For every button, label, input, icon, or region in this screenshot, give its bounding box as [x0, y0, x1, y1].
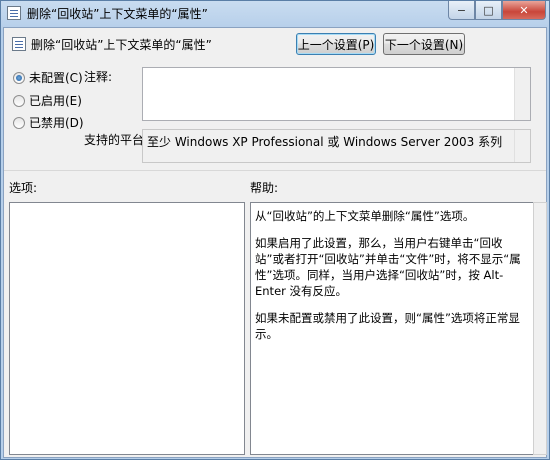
help-paragraph: 从“回收站”的上下文菜单删除“属性”选项。 — [255, 209, 475, 223]
minimize-button[interactable]: − — [448, 1, 475, 20]
options-label: 选项: — [9, 181, 38, 195]
supported-platforms-value: 至少 Windows XP Professional 或 Windows Ser… — [147, 135, 503, 149]
next-setting-button[interactable]: 下一个设置(N) — [383, 33, 465, 55]
maximize-button[interactable]: □ — [475, 1, 502, 20]
supported-platforms-scrollbar[interactable] — [514, 130, 530, 162]
policy-icon — [7, 6, 21, 20]
radio-enabled-indicator[interactable] — [13, 94, 25, 107]
comment-scrollbar[interactable] — [514, 68, 530, 120]
help-paragraph: 如果未配置或禁用了此设置，则“属性”选项将正常显示。 — [255, 311, 520, 341]
title-bar[interactable]: 删除“回收站”上下文菜单的“属性” − □ ✕ — [1, 1, 549, 25]
help-scrollbar[interactable] — [533, 202, 547, 455]
radio-enabled[interactable]: 已启用(E) — [13, 92, 82, 109]
supported-platforms-box: 至少 Windows XP Professional 或 Windows Ser… — [142, 129, 531, 163]
radio-disabled-indicator[interactable] — [13, 116, 25, 129]
caption-buttons: − □ ✕ — [448, 1, 546, 20]
comment-textarea[interactable] — [142, 67, 531, 121]
radio-not-configured[interactable]: 未配置(C) — [13, 69, 83, 86]
close-button[interactable]: ✕ — [502, 1, 546, 20]
help-paragraph: 如果启用了此设置，那么，当用户右键单击“回收站”或者打开“回收站”并单击“文件”… — [255, 236, 521, 298]
section-divider — [4, 170, 546, 171]
radio-disabled[interactable]: 已禁用(D) — [13, 114, 84, 131]
help-panel: 从“回收站”的上下文菜单删除“属性”选项。 如果启用了此设置，那么，当用户右键单… — [250, 202, 547, 455]
radio-enabled-label: 已启用(E) — [29, 94, 82, 108]
help-label: 帮助: — [250, 181, 279, 195]
window-title: 删除“回收站”上下文菜单的“属性” — [27, 7, 208, 21]
comment-label: 注释: — [84, 70, 113, 84]
radio-not-configured-indicator[interactable] — [13, 71, 25, 84]
policy-title: 删除“回收站”上下文菜单的“属性” — [31, 38, 212, 52]
radio-not-configured-label: 未配置(C) — [29, 71, 83, 85]
options-panel — [9, 202, 245, 455]
help-text: 从“回收站”的上下文菜单删除“属性”选项。 如果启用了此设置，那么，当用户右键单… — [255, 208, 527, 353]
policy-setting-icon — [12, 37, 26, 51]
supported-platforms-label: 支持的平台: — [84, 133, 149, 147]
previous-setting-button[interactable]: 上一个设置(P) — [296, 33, 376, 55]
dialog-client-area: 删除“回收站”上下文菜单的“属性” 上一个设置(P) 下一个设置(N) 未配置(… — [3, 27, 547, 458]
radio-disabled-label: 已禁用(D) — [29, 116, 84, 130]
dialog-window: 删除“回收站”上下文菜单的“属性” − □ ✕ 删除“回收站”上下文菜单的“属性… — [0, 0, 550, 460]
